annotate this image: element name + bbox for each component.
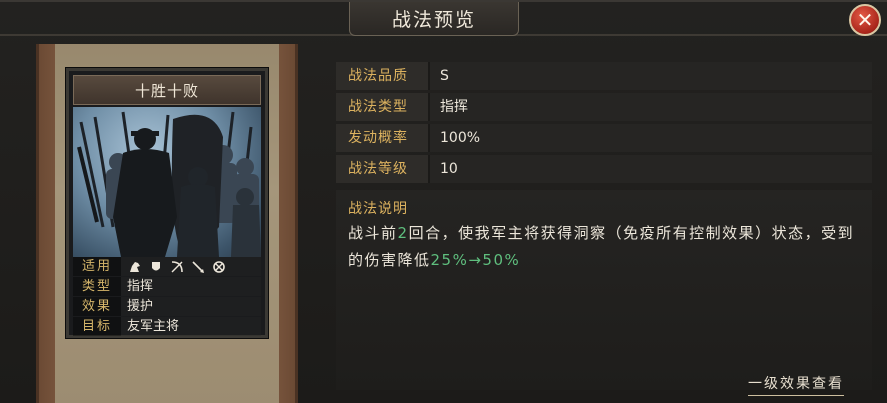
detail-key: 战法类型 <box>336 93 430 121</box>
detail-value: 100% <box>430 124 872 152</box>
detail-key: 战法品质 <box>336 62 430 90</box>
stat-value: 援护 <box>121 297 261 316</box>
detail-key: 发动概率 <box>336 124 430 152</box>
detail-row-quality: 战法品质 S <box>336 62 872 90</box>
desc-part: 回合，使我军主将获得洞察（免疫所有控制效果）状态，受到的伤害降低 <box>348 224 855 269</box>
level-effect-link[interactable]: 一级效果查看 <box>748 373 844 396</box>
stat-row-troops: 适用 <box>73 257 261 276</box>
description-text: 战斗前2回合，使我军主将获得洞察（免疫所有控制效果）状态，受到的伤害降低25%→… <box>348 220 862 274</box>
close-button[interactable]: ✕ <box>849 4 881 36</box>
bow-icon <box>169 259 185 275</box>
stat-row-target: 目标 友军主将 <box>73 317 261 336</box>
description-heading: 战法说明 <box>348 201 408 217</box>
troop-type-icons <box>121 257 261 276</box>
stat-row-effect: 效果 援护 <box>73 297 261 316</box>
detail-value: 10 <box>430 155 872 183</box>
shield-icon <box>148 259 164 275</box>
stat-key: 适用 <box>73 257 121 276</box>
card-illustration <box>73 107 261 257</box>
tactic-name: 十胜十败 <box>134 81 199 100</box>
desc-part: 战斗前 <box>348 224 398 242</box>
detail-value: S <box>430 62 872 90</box>
desc-highlight-turns: 2 <box>397 224 409 242</box>
stat-value: 友军主将 <box>121 317 261 336</box>
window-title: 战法预览 <box>391 9 476 31</box>
card-stats: 适用 类型 指挥 效果 援护 目标 友军主将 <box>73 257 261 337</box>
stat-key: 效果 <box>73 297 121 316</box>
detail-value: 指挥 <box>430 93 872 121</box>
title-plate: 战法预览 <box>349 2 519 36</box>
detail-row-type: 战法类型 指挥 <box>336 93 872 121</box>
stat-key: 类型 <box>73 277 121 296</box>
title-bar: 战法预览 ✕ <box>0 2 887 36</box>
card-title-plate: 十胜十败 <box>73 75 261 105</box>
detail-row-probability: 发动概率 100% <box>336 124 872 152</box>
spear-icon <box>190 259 206 275</box>
stat-value: 指挥 <box>121 277 261 296</box>
tactic-card: 十胜十败 适用 类型 指挥 效果 援护 目标 友军主将 <box>66 68 268 338</box>
tactic-preview-window: 战法预览 ✕ 十胜十败 适用 类型 指挥 效果 援护 目标 友军主将 战法品质 … <box>0 0 887 403</box>
soldiers-silhouette-art <box>77 111 261 257</box>
details-panel: 战法品质 S 战法类型 指挥 发动概率 100% 战法等级 10 <box>336 62 872 186</box>
desc-highlight-damage: 25%→50% <box>430 251 521 269</box>
close-icon: ✕ <box>856 8 874 32</box>
cavalry-icon <box>127 259 143 275</box>
stat-row-type: 类型 指挥 <box>73 277 261 296</box>
detail-row-level: 战法等级 10 <box>336 155 872 183</box>
detail-key: 战法等级 <box>336 155 430 183</box>
siege-icon <box>211 259 227 275</box>
stat-key: 目标 <box>73 317 121 336</box>
description-box: 战法说明 战斗前2回合，使我军主将获得洞察（免疫所有控制效果）状态，受到的伤害降… <box>336 190 872 390</box>
